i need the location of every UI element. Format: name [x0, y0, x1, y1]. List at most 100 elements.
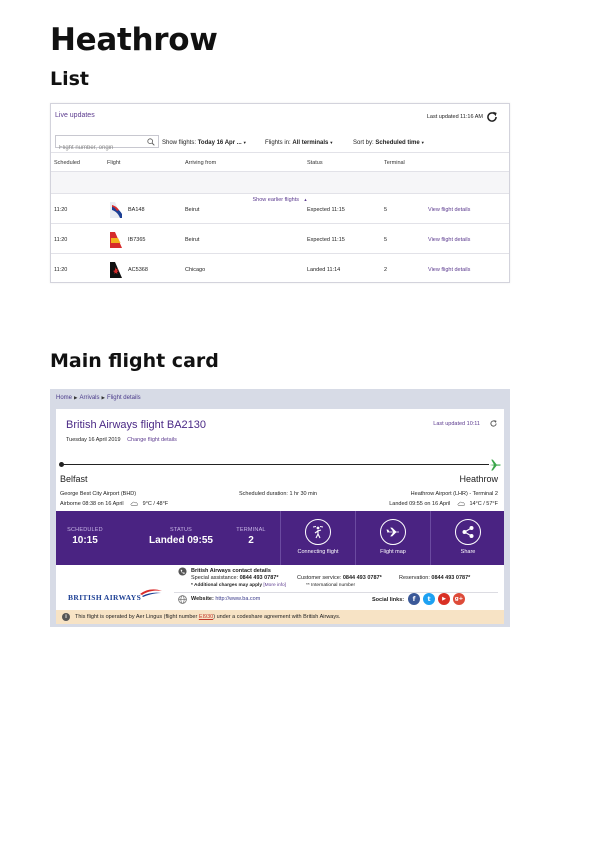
flight-date: Tuesday 16 April 2019: [66, 437, 121, 443]
plane-icon: [489, 459, 501, 471]
origin-weather: 9°C / 48°F: [142, 501, 169, 507]
list-header-bar: Live updates Last updated 11:16 AM: [51, 104, 509, 130]
sort-by-label: Sort by:: [353, 140, 374, 146]
codeshare-banner: i This flight is operated by Aer Lingus …: [56, 610, 504, 624]
change-flight-link[interactable]: Change flight details: [127, 437, 177, 443]
connecting-flight-icon-circle: [305, 519, 331, 545]
flight-map-icon-circle: [380, 519, 406, 545]
col-status: Status: [307, 160, 323, 166]
flight-card: British Airways flight BA2130 Tuesday 16…: [56, 409, 504, 624]
terminal-label: TERMINAL: [236, 527, 266, 533]
terminal-block: TERMINAL 2: [224, 511, 278, 565]
cloud-icon: [130, 501, 138, 506]
origin-airport: George Best City Airport (BHD): [60, 491, 137, 497]
flight-map-button[interactable]: Flight map: [368, 511, 418, 565]
status-block: STATUS Landed 09:55: [126, 511, 236, 565]
breadcrumb-home[interactable]: Home: [56, 395, 72, 401]
table-row[interactable]: 11:20 AC5368 Chicago Landed 11:14 2 View…: [51, 254, 509, 284]
airline-tail-icon: [110, 202, 122, 218]
table-row[interactable]: 11:20 IB7365 Beirut Expected 11:15 5 Vie…: [51, 224, 509, 254]
sort-filter[interactable]: Sort by: Scheduled time▼: [353, 140, 425, 146]
airline-tail-icon: [110, 262, 122, 278]
international-note: ** International number: [306, 583, 356, 588]
terminal-filter[interactable]: Flights in: All terminals▼: [265, 140, 333, 146]
destination-airport: Heathrow Airport (LHR) - Terminal 2: [410, 491, 498, 497]
destination-city: Heathrow: [459, 474, 498, 484]
view-flight-details-link[interactable]: View flight details: [428, 207, 470, 213]
flight-map-label: Flight map: [380, 549, 406, 555]
route-line: [61, 464, 489, 465]
table-header: Scheduled Flight Arriving from Status Te…: [51, 152, 509, 172]
row-flight: IB7365: [128, 237, 146, 243]
website-link[interactable]: http://www.ba.com: [215, 596, 260, 602]
show-flights-filter[interactable]: Show flights: Today 16 Apr ...▼: [162, 140, 247, 146]
filter-bar: Show flights: Today 16 Apr ...▼ Flights …: [51, 130, 509, 154]
divider: [355, 511, 356, 565]
row-scheduled: 11:20: [54, 237, 68, 243]
codeshare-text: This flight is operated by Aer Lingus (f…: [75, 614, 340, 620]
view-flight-details-link[interactable]: View flight details: [428, 237, 470, 243]
googleplus-icon[interactable]: g+: [453, 593, 465, 605]
row-status: Landed 11:14: [307, 267, 341, 273]
special-assistance: Special assistance: 0844 493 0787*: [191, 575, 278, 581]
row-scheduled: 11:20: [54, 267, 68, 273]
twitter-icon[interactable]: t: [423, 593, 435, 605]
charges-note: * Additional charges may apply [More inf…: [191, 583, 286, 588]
website-label: Website:: [191, 596, 214, 602]
share-button[interactable]: Share: [443, 511, 493, 565]
search-field[interactable]: [55, 135, 159, 154]
codeshare-flight-link[interactable]: EI930: [199, 614, 213, 620]
flight-status-bar: SCHEDULED 10:15 STATUS Landed 09:55 TERM…: [56, 511, 504, 565]
breadcrumb-current: Flight details: [106, 395, 141, 401]
ba-speedmarque-icon: [140, 589, 162, 597]
connecting-flight-icon: [312, 526, 324, 539]
globe-icon: [178, 595, 187, 604]
row-from: Chicago: [185, 267, 206, 273]
reservation-number: 0844 493 0787*: [431, 575, 471, 581]
refresh-icon[interactable]: [489, 419, 498, 428]
reservation: Reservation: 0844 493 0787*: [399, 575, 470, 581]
share-icon-circle: [455, 519, 481, 545]
row-status: Expected 11:15: [307, 207, 345, 213]
show-earlier-row: Show earlier flights ▲: [51, 172, 509, 203]
landed-time: Landed 09:55 on 16 April: [389, 501, 451, 507]
refresh-icon[interactable]: [485, 110, 499, 124]
cloud-icon: [457, 501, 465, 506]
search-icon[interactable]: [147, 138, 155, 146]
chevron-down-icon: ▼: [329, 140, 334, 145]
section-heading-card: Main flight card: [50, 350, 219, 372]
table-row[interactable]: 11:20 BA148 Beirut Expected 11:15 5 View…: [51, 194, 509, 224]
chevron-right-icon: ▶: [74, 395, 78, 400]
social-links-label: Social links:: [372, 597, 405, 603]
row-terminal: 2: [384, 267, 388, 273]
connecting-flight-button[interactable]: Connecting flight: [293, 511, 343, 565]
facebook-icon[interactable]: f: [408, 593, 420, 605]
customer-service: Customer service: 0844 493 0787*: [297, 575, 382, 581]
col-flight: Flight: [107, 160, 121, 166]
share-icon: [462, 526, 474, 538]
airline-tail-icon: [110, 232, 122, 248]
customer-service-number: 0844 493 0787*: [342, 575, 382, 581]
share-label: Share: [460, 549, 476, 555]
divider: [280, 511, 281, 565]
british-airways-logo: BRITISH AIRWAYS: [68, 589, 162, 605]
flights-in-value: All terminals: [292, 140, 329, 146]
divider: [174, 592, 498, 593]
show-flights-label: Show flights:: [162, 140, 197, 146]
row-flight: AC5368: [128, 267, 148, 273]
customer-service-label: Customer service:: [297, 575, 342, 581]
view-flight-details-link[interactable]: View flight details: [428, 267, 470, 273]
status-value: Landed 09:55: [149, 535, 213, 546]
contact-title: British Airways contact details: [191, 568, 271, 574]
more-info-link[interactable]: [More info]: [263, 583, 286, 588]
breadcrumb-arrivals[interactable]: Arrivals: [79, 395, 99, 401]
reservation-label: Reservation:: [399, 575, 430, 581]
document-title: Heathrow: [50, 22, 218, 58]
breadcrumb: Home ▶ Arrivals ▶ Flight details: [56, 395, 141, 401]
origin-city: Belfast: [60, 474, 88, 484]
live-updates-label: Live updates: [55, 112, 95, 119]
youtube-icon[interactable]: ▶: [438, 593, 450, 605]
phone-icon: [178, 567, 187, 576]
connecting-flight-label: Connecting flight: [297, 549, 339, 555]
last-updated-text: Last updated 11:16 AM: [426, 114, 483, 120]
